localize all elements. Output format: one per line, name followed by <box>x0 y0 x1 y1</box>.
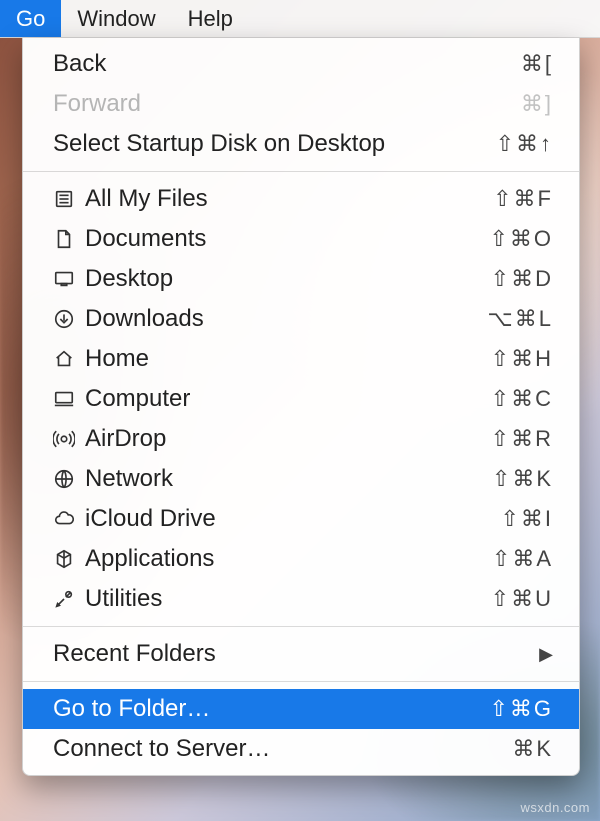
menu-item-shortcut: ⌘K <box>512 736 553 762</box>
menu-item-back[interactable]: Back ⌘[ <box>23 44 579 84</box>
menu-item-shortcut: ⇧⌘R <box>491 426 553 452</box>
documents-icon <box>53 228 85 250</box>
menu-item-label: AirDrop <box>85 425 491 453</box>
menu-item-label: Select Startup Disk on Desktop <box>53 130 496 158</box>
menu-item-shortcut: ⇧⌘↑ <box>496 131 553 157</box>
menu-item-label: Network <box>85 465 492 493</box>
icloud-icon <box>53 508 85 530</box>
menu-item-connect-to-server[interactable]: Connect to Server… ⌘K <box>23 729 579 769</box>
menubar-item-go[interactable]: Go <box>0 0 61 37</box>
menu-item-shortcut: ⇧⌘G <box>489 696 553 722</box>
menu-item-airdrop[interactable]: AirDrop ⇧⌘R <box>23 419 579 459</box>
menu-item-forward: Forward ⌘] <box>23 84 579 124</box>
desktop-icon <box>53 268 85 290</box>
menu-item-home[interactable]: Home ⇧⌘H <box>23 339 579 379</box>
menu-item-shortcut: ⌥⌘L <box>487 306 553 332</box>
menu-separator <box>23 681 579 682</box>
menu-item-downloads[interactable]: Downloads ⌥⌘L <box>23 299 579 339</box>
menu-item-icloud-drive[interactable]: iCloud Drive ⇧⌘I <box>23 499 579 539</box>
downloads-icon <box>53 308 85 330</box>
menu-item-recent-folders[interactable]: Recent Folders ▶ <box>23 634 579 674</box>
menu-item-label: Recent Folders <box>53 640 539 668</box>
menu-item-shortcut: ⇧⌘I <box>500 506 553 532</box>
applications-icon <box>53 548 85 570</box>
menu-item-shortcut: ⇧⌘C <box>491 386 553 412</box>
menu-item-label: All My Files <box>85 185 493 213</box>
computer-icon <box>53 388 85 410</box>
menu-item-shortcut: ⌘[ <box>521 51 553 77</box>
menu-item-label: Documents <box>85 225 489 253</box>
menu-item-all-my-files[interactable]: All My Files ⇧⌘F <box>23 179 579 219</box>
menu-item-shortcut: ⇧⌘F <box>493 186 553 212</box>
menu-item-shortcut: ⇧⌘O <box>489 226 553 252</box>
go-menu-dropdown: Back ⌘[ Forward ⌘] Select Startup Disk o… <box>22 38 580 776</box>
menu-item-shortcut: ⇧⌘D <box>491 266 553 292</box>
menu-item-label: Computer <box>85 385 491 413</box>
menu-item-label: Utilities <box>85 585 491 613</box>
menu-item-utilities[interactable]: Utilities ⇧⌘U <box>23 579 579 619</box>
watermark: wsxdn.com <box>520 800 590 815</box>
menubar-item-window[interactable]: Window <box>61 0 171 37</box>
menu-item-select-startup-disk[interactable]: Select Startup Disk on Desktop ⇧⌘↑ <box>23 124 579 164</box>
menu-item-shortcut: ⇧⌘A <box>492 546 553 572</box>
home-icon <box>53 348 85 370</box>
utilities-icon <box>53 588 85 610</box>
menu-item-desktop[interactable]: Desktop ⇧⌘D <box>23 259 579 299</box>
menu-item-computer[interactable]: Computer ⇧⌘C <box>23 379 579 419</box>
menu-item-documents[interactable]: Documents ⇧⌘O <box>23 219 579 259</box>
menu-item-label: Downloads <box>85 305 487 333</box>
menu-item-label: Forward <box>53 90 521 118</box>
submenu-chevron-icon: ▶ <box>539 644 553 665</box>
menu-item-shortcut: ⇧⌘K <box>492 466 553 492</box>
network-icon <box>53 468 85 490</box>
menu-item-label: Go to Folder… <box>53 695 489 723</box>
menu-item-shortcut: ⇧⌘H <box>491 346 553 372</box>
airdrop-icon <box>53 428 85 450</box>
all-my-files-icon <box>53 188 85 210</box>
menu-item-shortcut: ⇧⌘U <box>491 586 553 612</box>
menu-separator <box>23 626 579 627</box>
menubar: Go Window Help <box>0 0 600 38</box>
menu-item-label: Desktop <box>85 265 491 293</box>
menu-item-go-to-folder[interactable]: Go to Folder… ⇧⌘G <box>23 689 579 729</box>
menu-item-label: Back <box>53 50 521 78</box>
menu-item-applications[interactable]: Applications ⇧⌘A <box>23 539 579 579</box>
menu-item-label: Applications <box>85 545 492 573</box>
menu-item-network[interactable]: Network ⇧⌘K <box>23 459 579 499</box>
menu-item-label: iCloud Drive <box>85 505 500 533</box>
menu-separator <box>23 171 579 172</box>
menu-item-label: Connect to Server… <box>53 735 512 763</box>
menu-item-label: Home <box>85 345 491 373</box>
menubar-item-help[interactable]: Help <box>172 0 249 37</box>
menu-item-shortcut: ⌘] <box>521 91 553 117</box>
